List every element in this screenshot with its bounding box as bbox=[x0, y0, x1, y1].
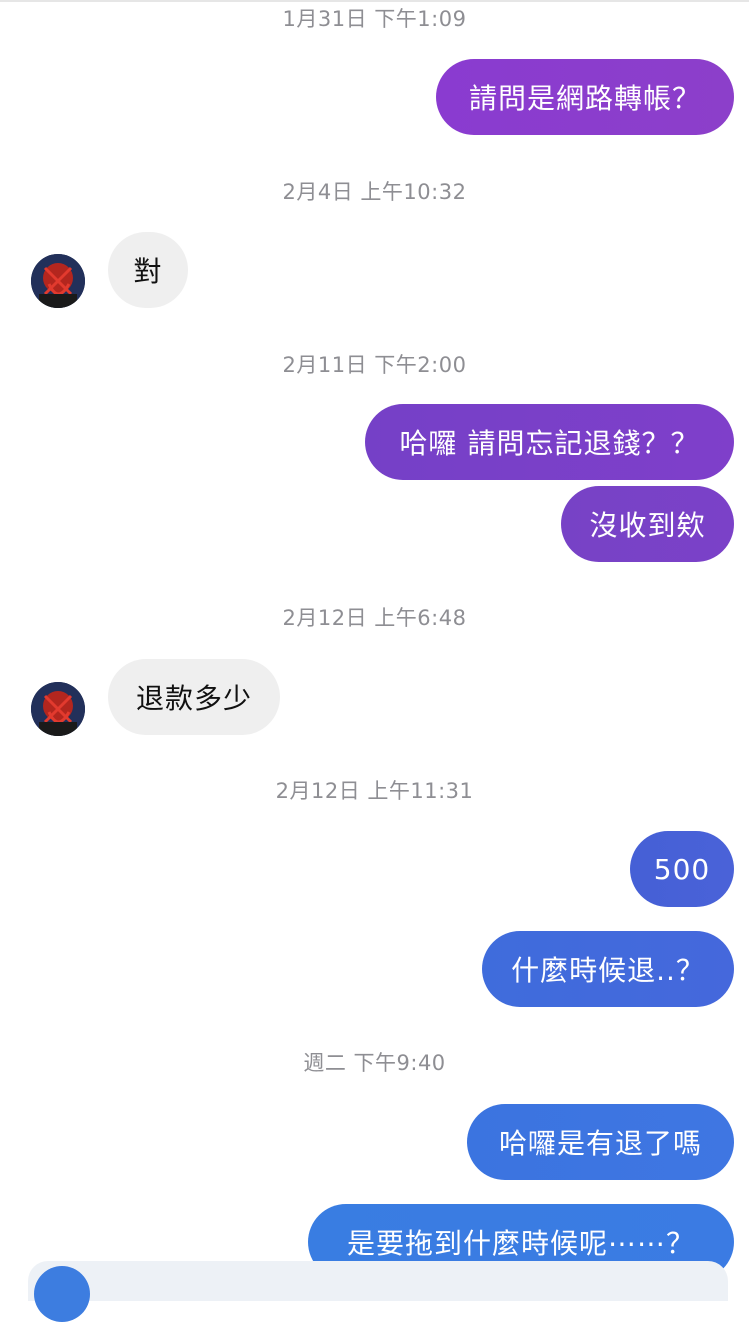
incoming-message-bubble[interactable]: 退款多少 bbox=[108, 659, 280, 735]
outgoing-message-bubble[interactable]: 沒收到欸 bbox=[561, 486, 734, 562]
camera-button[interactable] bbox=[34, 1266, 90, 1322]
timestamp: 2月11日 下午2:00 bbox=[282, 353, 467, 377]
outgoing-message-bubble[interactable]: 500 bbox=[630, 831, 734, 907]
avatar-image bbox=[31, 682, 85, 736]
contact-avatar[interactable] bbox=[31, 254, 85, 308]
outgoing-message-bubble[interactable]: 請問是網路轉帳？ bbox=[436, 59, 734, 135]
timestamp: 2月12日 上午11:31 bbox=[275, 779, 474, 803]
incoming-message-bubble[interactable]: 對 bbox=[108, 232, 188, 308]
top-divider bbox=[0, 0, 749, 2]
avatar-image bbox=[31, 254, 85, 308]
outgoing-message-bubble[interactable]: 哈囉是有退了嗎 bbox=[467, 1104, 734, 1180]
timestamp: 2月12日 上午6:48 bbox=[282, 606, 467, 630]
timestamp: 週二 下午9:40 bbox=[303, 1051, 446, 1075]
timestamp: 1月31日 下午1:09 bbox=[282, 7, 467, 31]
message-composer[interactable] bbox=[28, 1261, 728, 1301]
contact-avatar[interactable] bbox=[31, 682, 85, 736]
timestamp: 2月4日 上午10:32 bbox=[282, 180, 467, 204]
outgoing-message-bubble[interactable]: 哈囉 請問忘記退錢？？ bbox=[365, 404, 734, 480]
outgoing-message-bubble[interactable]: 什麼時候退..？ bbox=[482, 931, 734, 1007]
